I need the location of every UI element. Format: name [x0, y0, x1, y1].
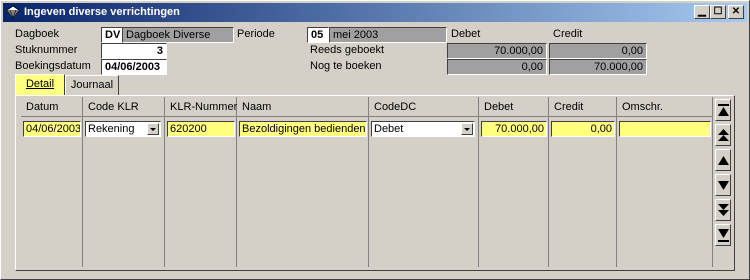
dagboek-name-field: Dagboek Diverse	[122, 27, 234, 43]
dropdown-arrow-icon[interactable]	[147, 123, 159, 135]
column-header-code-klr[interactable]: Code KLR	[85, 99, 139, 115]
header-divider	[21, 116, 713, 117]
stuknummer-field[interactable]: 3	[101, 43, 167, 59]
detail-grid: Datum Code KLR KLR-Nummer Naam CodeDC De…	[21, 97, 713, 267]
boekingsdatum-label: Boekingsdatum	[15, 60, 91, 72]
cell-datum[interactable]: 04/06/2003	[23, 121, 81, 137]
nog-te-boeken-debet: 0,00	[447, 59, 547, 75]
tab-detail[interactable]: Detail	[15, 74, 65, 96]
reeds-geboekt-label: Reeds geboekt	[310, 44, 384, 56]
tab-journaal[interactable]: Journaal	[65, 75, 119, 95]
cell-code-klr[interactable]: Rekening	[85, 121, 161, 137]
last-record-button[interactable]	[715, 224, 731, 246]
column-header-klr-nummer[interactable]: KLR-Nummer	[167, 99, 237, 115]
minimize-icon: ▁	[698, 6, 706, 17]
cell-debet[interactable]: 70.000,00	[481, 121, 547, 137]
dagboek-code-field[interactable]: DV	[101, 27, 123, 43]
maximize-icon: ☐	[713, 6, 723, 17]
maximize-button[interactable]: ☐	[710, 5, 726, 19]
column-header-credit[interactable]: Credit	[551, 99, 583, 115]
first-record-button[interactable]	[715, 99, 731, 121]
column-header-datum[interactable]: Datum	[23, 99, 58, 115]
cell-omschr[interactable]	[619, 121, 711, 137]
close-icon: ✕	[731, 6, 741, 17]
credit-header-label: Credit	[553, 28, 583, 40]
previous-record-icon	[718, 156, 729, 165]
page-down-icon	[718, 204, 729, 216]
window-title: Ingeven diverse verrichtingen	[24, 6, 180, 18]
debet-header-label: Debet	[451, 28, 481, 40]
periode-label: Periode	[237, 28, 275, 40]
main-window: Ingeven diverse verrichtingen ▁ ☐ ✕ Dagb…	[0, 0, 750, 280]
next-record-icon	[718, 181, 729, 190]
cell-codedc[interactable]: Debet	[371, 121, 475, 137]
page-up-button[interactable]	[715, 124, 731, 146]
tab-journaal-label: Journaal	[70, 79, 114, 91]
dagboek-label: Dagboek	[15, 28, 60, 40]
next-record-button[interactable]	[715, 174, 731, 196]
page-down-button[interactable]	[715, 199, 731, 221]
boekingsdatum-field[interactable]: 04/06/2003	[101, 59, 167, 75]
cell-klr-nummer[interactable]: 620200	[167, 121, 235, 137]
last-record-icon	[718, 229, 729, 242]
first-record-icon	[718, 104, 729, 116]
cell-codedc-value: Debet	[374, 123, 404, 135]
cell-code-klr-value: Rekening	[88, 123, 135, 135]
minimize-button[interactable]: ▁	[694, 5, 710, 19]
reeds-geboekt-debet: 70.000,00	[447, 43, 547, 59]
nog-te-boeken-label: Nog te boeken	[310, 60, 382, 72]
periode-name-field: mei 2003	[329, 27, 447, 43]
tab-detail-label: Detail	[25, 78, 55, 90]
previous-record-button[interactable]	[715, 149, 731, 171]
dropdown-arrow-icon[interactable]	[461, 123, 473, 135]
page-up-icon	[718, 129, 729, 141]
app-icon	[6, 5, 20, 19]
column-header-debet[interactable]: Debet	[481, 99, 513, 115]
close-button[interactable]: ✕	[728, 5, 744, 19]
cell-naam[interactable]: Bezoldigingen bedienden	[239, 121, 367, 137]
column-header-omschr[interactable]: Omschr.	[619, 99, 663, 115]
nog-te-boeken-credit: 70.000,00	[549, 59, 647, 75]
reeds-geboekt-credit: 0,00	[549, 43, 647, 59]
column-header-naam[interactable]: Naam	[239, 99, 271, 115]
cell-credit[interactable]: 0,00	[551, 121, 615, 137]
periode-code-field[interactable]: 05	[307, 27, 329, 43]
title-bar[interactable]: Ingeven diverse verrichtingen ▁ ☐ ✕	[3, 3, 747, 22]
stuknummer-label: Stuknummer	[15, 44, 78, 56]
column-header-codedc[interactable]: CodeDC	[371, 99, 416, 115]
